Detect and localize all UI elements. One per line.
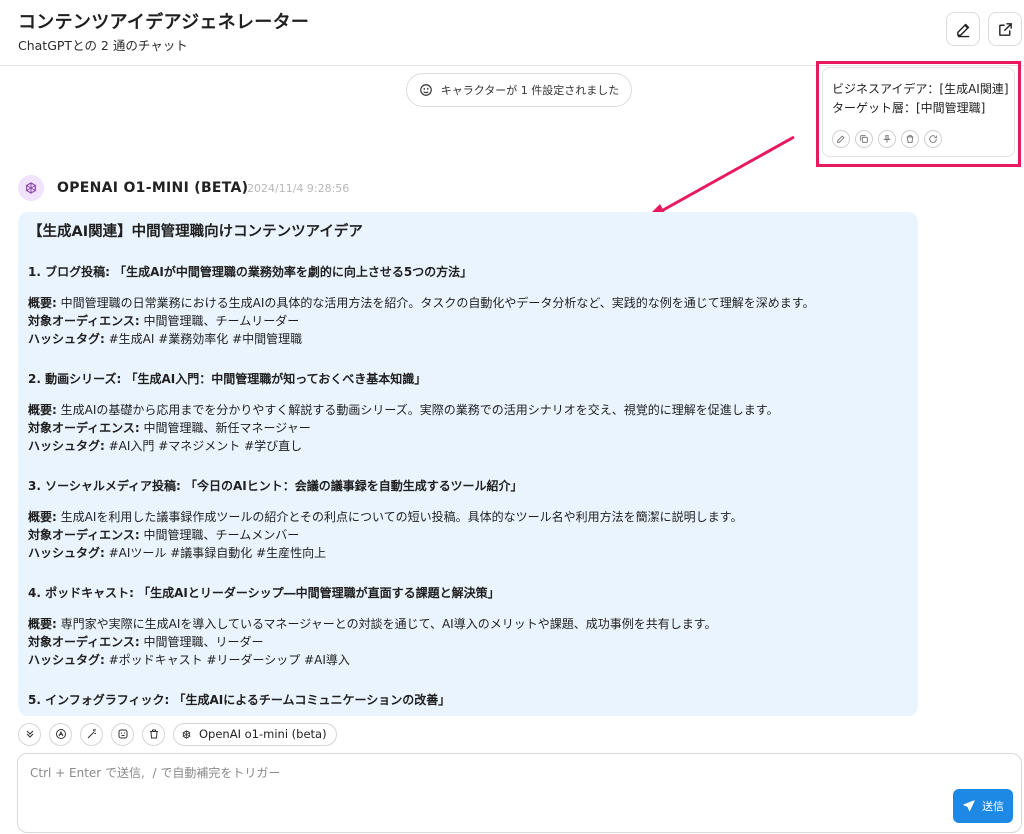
card-edit-button[interactable] [832, 130, 850, 148]
notice-text: キャラクターが 1 件設定されました [440, 84, 620, 97]
model-chip-label: OpenAI o1-mini (beta) [199, 727, 327, 741]
section-overview-text: 生成AIの基礎から応用までを分かりやすく解説する動画シリーズ。実際の業務での活用… [56, 403, 779, 417]
assistant-message: 【生成AI関連】中間管理職向けコンテンツアイデア 1. ブログ投稿: 「生成AI… [18, 212, 918, 716]
prompt-button[interactable] [49, 722, 72, 746]
section-hashtags-label: ハッシュタグ: [28, 332, 105, 346]
double-chevron-down-icon [26, 730, 33, 738]
section-overview-label: 概要: [28, 296, 57, 310]
section-title: 1. ブログ投稿: 「生成AIが中間管理職の業務効率を劇的に向上させる5つの方法… [28, 265, 473, 279]
section-overview-label: 概要: [28, 617, 57, 631]
card-copy-button[interactable] [855, 130, 873, 148]
section-audience-text: 中間管理職、新任マネージャー [139, 421, 311, 435]
section-audience-label: 対象オーディエンス: [28, 528, 140, 542]
section-overview: 概要: 中間管理職の日常業務における生成AIの具体的な活用方法を紹介。タスクの自… [28, 294, 908, 312]
model-avatar [18, 175, 44, 201]
message-sections: 1. ブログ投稿: 「生成AIが中間管理職の業務効率を劇的に向上させる5つの方法… [28, 263, 908, 716]
pencil-icon [956, 23, 969, 37]
section-hashtags: ハッシュタグ: #AI入門 #マネジメント #学び直し [28, 437, 908, 455]
section-audience-text: 中間管理職、チームリーダー [139, 314, 300, 328]
section-hashtags: ハッシュタグ: #ポッドキャスト #リーダーシップ #AI導入 [28, 651, 908, 669]
section-hashtags-text: #AIツール #議事録自動化 #生産性向上 [104, 546, 327, 560]
section-overview: 概要: 生成AIを利用した議事録作成ツールの紹介とその利点についての短い投稿。具… [28, 508, 908, 526]
message-timestamp: 2024/11/4 9:28:56 [247, 182, 350, 195]
section-overview-text: 生成AIを利用した議事録作成ツールの紹介とその利点についての短い投稿。具体的なツ… [56, 510, 743, 524]
section-audience-label: 対象オーディエンス: [28, 314, 140, 328]
character-card-actions [832, 130, 942, 148]
card-refresh-button[interactable] [924, 130, 942, 148]
section-overview-label: 概要: [28, 510, 57, 524]
openai-logo-icon [25, 182, 37, 194]
edit-chat-button[interactable] [946, 12, 980, 46]
send-icon [963, 800, 975, 812]
section-overview-label: 概要: [28, 403, 57, 417]
character-line-2: ターゲット層：[中間管理職] [832, 101, 986, 115]
character-set-notice: キャラクターが 1 件設定されました [406, 73, 632, 107]
section-overview-text: 専門家や実際に生成AIを導入しているマネージャーとの対談を通じて、AI導入のメリ… [56, 617, 717, 631]
section-overview-text: 中間管理職の日常業務における生成AIの具体的な活用方法を紹介。タスクの自動化やデ… [56, 296, 815, 310]
section-hashtags-text: #生成AI #業務効率化 #中間管理職 [104, 332, 303, 346]
copy-icon [860, 135, 868, 143]
trash-icon [149, 729, 158, 739]
section-hashtags-text: #ポッドキャスト #リーダーシップ #AI導入 [104, 653, 350, 667]
section-audience: 対象オーディエンス: 中間管理職、チームリーダー [28, 312, 908, 330]
share-button[interactable] [988, 12, 1022, 46]
section-title: 4. ポッドキャスト: 「生成AIとリーダーシップ―中間管理職が直面する課題と解… [28, 586, 500, 600]
character-card: ビジネスアイデア：[生成AI関連] ターゲット層：[中間管理職] [822, 67, 1015, 157]
character-line-1: ビジネスアイデア：[生成AI関連] [832, 82, 1009, 96]
section-title: 3. ソーシャルメディア投稿: 「今日のAIヒント：会議の議事録を自動生成するツ… [28, 479, 523, 493]
section-hashtags: ハッシュタグ: #AIツール #議事録自動化 #生産性向上 [28, 544, 908, 562]
chat-header: コンテンツアイデアジェネレーター ChatGPTとの 2 通のチャット [0, 0, 1024, 66]
section-audience: 対象オーディエンス: 中間管理職、リーダー [28, 633, 908, 651]
section-audience: 対象オーディエンス: 中間管理職、チームメンバー [28, 526, 908, 544]
section-audience: 対象オーディエンス: 中間管理職、新任マネージャー [28, 419, 908, 437]
section-audience-label: 対象オーディエンス: [28, 421, 140, 435]
send-button[interactable]: 送信 [953, 789, 1013, 823]
pin-icon [883, 135, 891, 143]
input-toolbar: OpenAI o1-mini (beta) [18, 722, 337, 746]
chat-input[interactable] [30, 764, 930, 820]
mask-button[interactable] [111, 722, 134, 746]
section-audience-label: 対象オーディエンス: [28, 635, 140, 649]
magic-wand-button[interactable] [80, 722, 103, 746]
prompt-icon [55, 729, 66, 739]
section-audience-text: 中間管理職、チームメンバー [139, 528, 300, 542]
section-hashtags-label: ハッシュタグ: [28, 439, 105, 453]
card-pin-button[interactable] [878, 130, 896, 148]
model-selector[interactable]: OpenAI o1-mini (beta) [173, 722, 337, 746]
message-heading: 【生成AI関連】中間管理職向けコンテンツアイデア [28, 224, 363, 240]
section-hashtags: ハッシュタグ: #生成AI #業務効率化 #中間管理職 [28, 330, 908, 348]
section-title: 2. 動画シリーズ: 「生成AI入門：中間管理職が知っておくべき基本知識」 [28, 372, 427, 386]
section-overview: 概要: 専門家や実際に生成AIを導入しているマネージャーとの対談を通じて、AI導… [28, 615, 908, 633]
send-label: 送信 [982, 800, 1004, 813]
character-mask-icon [118, 729, 127, 739]
magic-wand-icon [87, 728, 96, 739]
chat-input-container: 送信 [17, 753, 1022, 833]
mask-icon [419, 84, 432, 96]
chat-subtitle: ChatGPTとの 2 通のチャット [18, 38, 188, 53]
section-overview: 概要: 生成AIの基礎から応用までを分かりやすく解説する動画シリーズ。実際の業務… [28, 401, 908, 419]
section-audience-text: 中間管理職、リーダー [139, 635, 264, 649]
refresh-icon [929, 135, 937, 143]
trash-icon [906, 135, 914, 143]
openai-logo-icon [182, 729, 191, 739]
card-delete-button[interactable] [901, 130, 919, 148]
model-name: OPENAI O1-MINI (BETA) [57, 180, 249, 196]
section-hashtags-label: ハッシュタグ: [28, 546, 105, 560]
chat-title: コンテンツアイデアジェネレーター [18, 12, 310, 33]
section-hashtags-label: ハッシュタグ: [28, 653, 105, 667]
scroll-bottom-button[interactable] [18, 722, 41, 746]
pencil-icon [837, 135, 845, 143]
share-icon [998, 22, 1012, 36]
section-title: 5. インフォグラフィック: 「生成AIによるチームコミュニケーションの改善」 [28, 693, 451, 707]
section-hashtags-text: #AI入門 #マネジメント #学び直し [104, 439, 303, 453]
clear-button[interactable] [142, 722, 165, 746]
